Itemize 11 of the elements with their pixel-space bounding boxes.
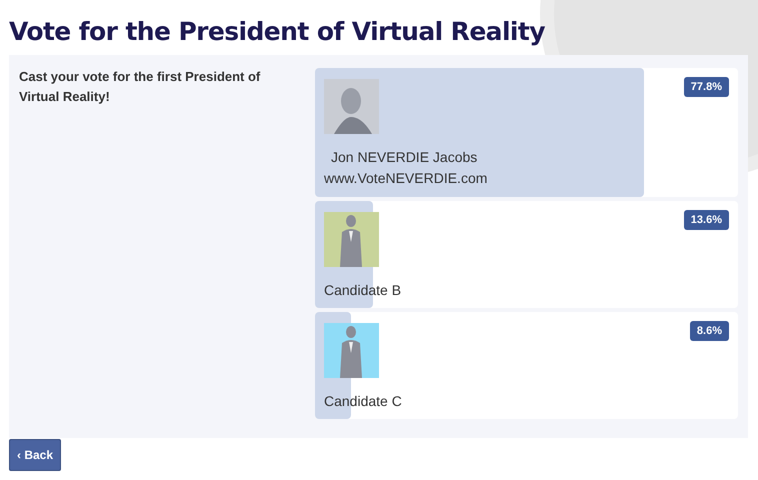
candidate-website: www.VoteNEVERDIE.com xyxy=(324,169,488,188)
poll-prompt: Cast your vote for the first President of Virtual Reality! xyxy=(19,69,260,104)
percent-badge: 13.6% xyxy=(684,210,729,230)
candidate-name: Candidate C xyxy=(324,392,403,410)
percent-badge: 77.8% xyxy=(684,77,729,97)
candidate-name: Jon NEVERDIE Jacobs xyxy=(330,148,478,166)
percent-badge: 8.6% xyxy=(690,321,729,341)
photo-placeholder xyxy=(324,79,379,134)
candidate-name: Candidate B xyxy=(324,281,402,299)
back-button[interactable]: ‹ Back xyxy=(9,439,62,471)
page-title: Vote for the President of Virtual Reality xyxy=(8,16,546,47)
